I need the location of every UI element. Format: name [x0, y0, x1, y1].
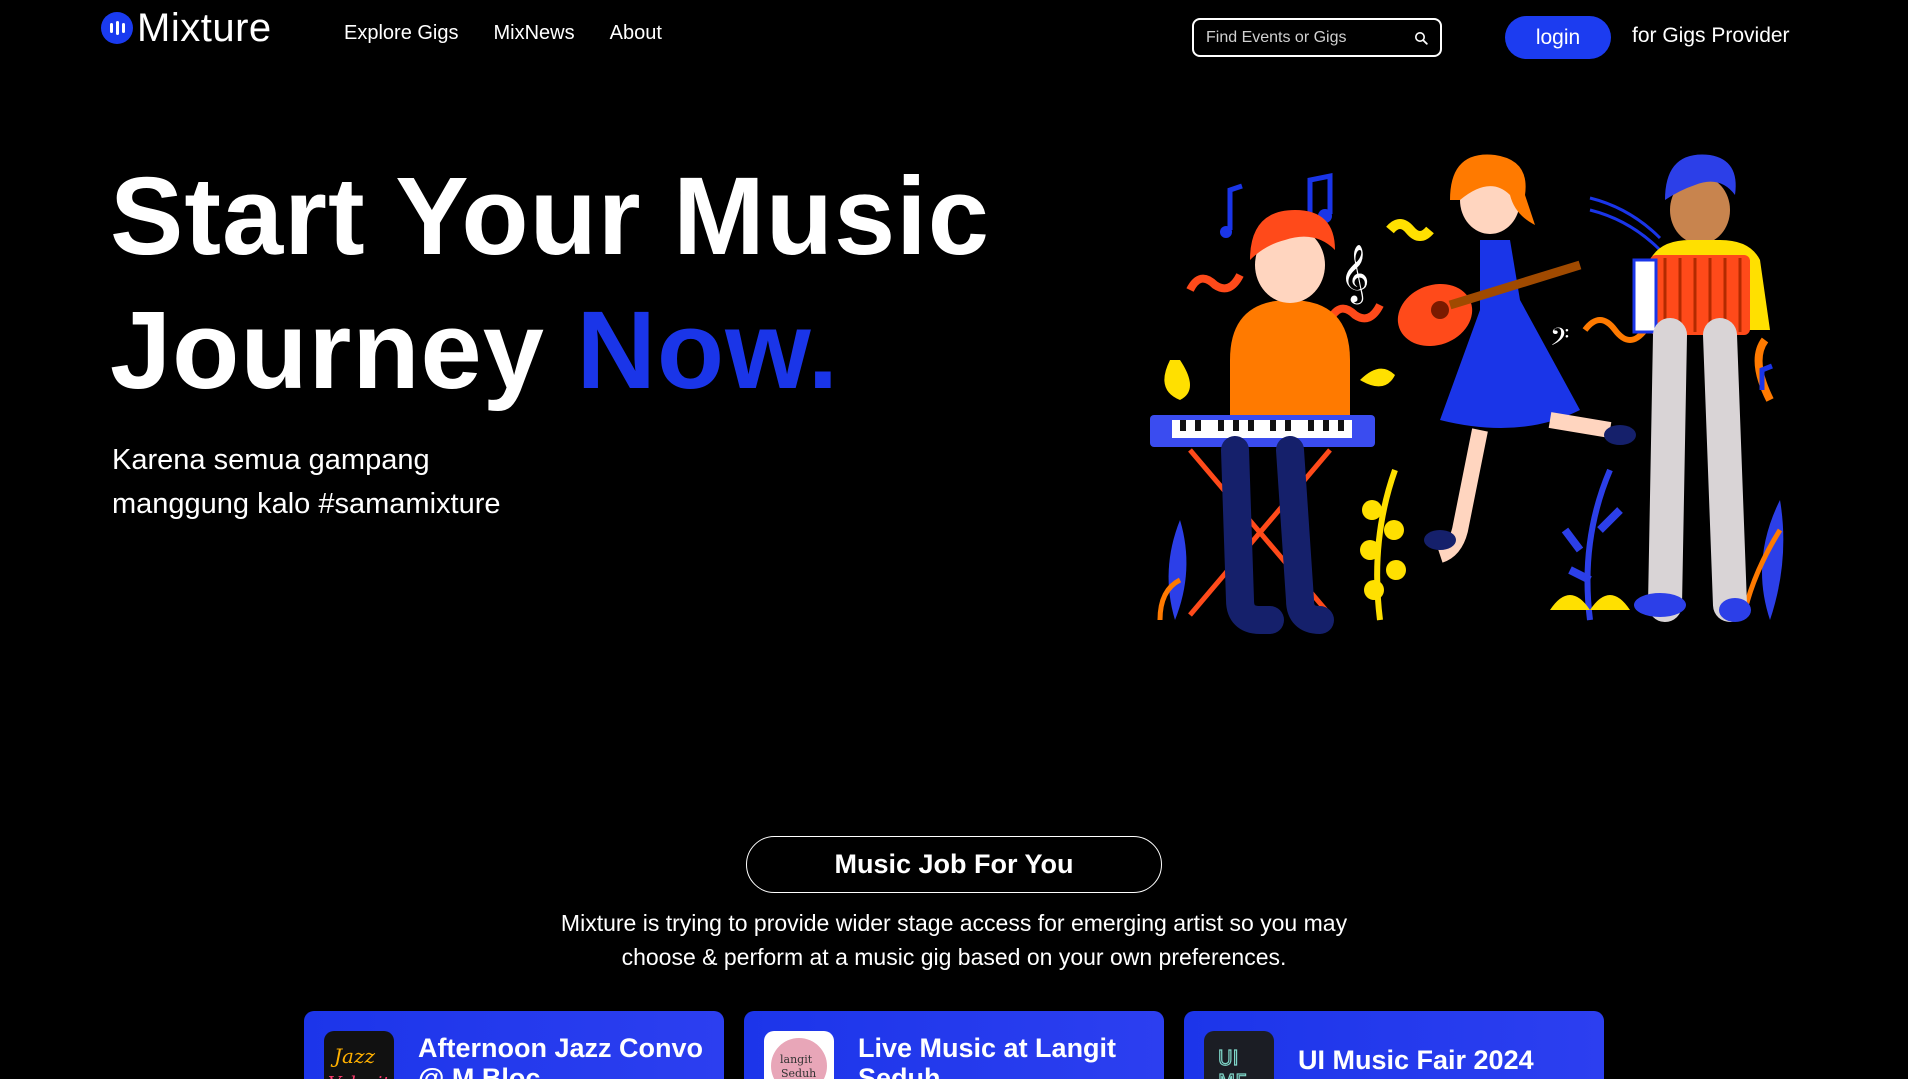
gig-card-title: Live Music at Langit Seduh [858, 1033, 1117, 1079]
svg-text:𝄞: 𝄞 [1340, 244, 1370, 305]
gig-card[interactable]: UI MF UI Music Fair 2024 [1184, 1011, 1604, 1079]
section-description-line1: Mixture is trying to provide wider stage… [560, 910, 1348, 936]
svg-text:Jazz: Jazz [330, 1044, 375, 1068]
ui-music-fair-logo-icon: UI MF [1204, 1031, 1274, 1079]
brand-name: Mixture [137, 6, 272, 50]
langit-seduh-logo-icon: langit Seduh [764, 1031, 834, 1079]
gigs-provider-link[interactable]: for Gigs Provider [1632, 24, 1790, 48]
svg-text:UI: UI [1218, 1046, 1239, 1070]
jazz-logo-icon: Jazz Velocity [324, 1031, 394, 1079]
section-description: Mixture is trying to provide wider stage… [504, 906, 1404, 974]
svg-text:langit: langit [780, 1053, 813, 1066]
gig-card[interactable]: Jazz Velocity Afternoon Jazz Convo @ M B… [304, 1011, 724, 1079]
main-nav: Explore Gigs MixNews About [344, 22, 662, 45]
search-input[interactable] [1206, 28, 1414, 47]
search-icon[interactable] [1414, 31, 1428, 45]
svg-text:𝄢: 𝄢 [1550, 323, 1569, 358]
nav-about[interactable]: About [610, 22, 662, 45]
hero-title-line2: Journey [110, 289, 577, 412]
section-description-line2: choose & perform at a music gig based on… [621, 944, 1287, 970]
mixture-logo-icon [101, 12, 133, 44]
hero-title: Start Your Music Journey Now. [110, 150, 1110, 418]
nav-explore-gigs[interactable]: Explore Gigs [344, 22, 459, 45]
nav-mixnews[interactable]: MixNews [494, 22, 575, 45]
gig-card-title: UI Music Fair 2024 [1298, 1045, 1534, 1075]
svg-text:Velocity: Velocity [328, 1073, 394, 1079]
gig-card-title: Afternoon Jazz Convo @ M Bloc [418, 1033, 704, 1079]
hero-title-accent: Now. [576, 289, 840, 412]
login-button[interactable]: login [1505, 16, 1611, 59]
landing-page: Mixture Explore Gigs MixNews About login… [0, 0, 1908, 1079]
hero-title-line1: Start Your Music [110, 155, 990, 278]
search-box [1192, 18, 1442, 57]
hero-subtitle: Karena semua gampang manggung kalo #sama… [112, 438, 632, 526]
musicians-illustration: 𝄞 𝄢 [1150, 154, 1784, 634]
brand-logo[interactable]: Mixture [101, 8, 272, 48]
hero-subtitle-line1: Karena semua gampang [112, 444, 430, 476]
gig-cards: Jazz Velocity Afternoon Jazz Convo @ M B… [304, 1011, 1604, 1079]
music-job-pill[interactable]: Music Job For You [746, 836, 1162, 893]
svg-text:MF: MF [1218, 1070, 1247, 1079]
gig-card[interactable]: langit Seduh Live Music at Langit Seduh [744, 1011, 1164, 1079]
svg-text:Seduh: Seduh [781, 1067, 816, 1079]
accordion-player-figure [1632, 154, 1770, 622]
hero-subtitle-line2: manggung kalo #samamixture [112, 488, 501, 520]
